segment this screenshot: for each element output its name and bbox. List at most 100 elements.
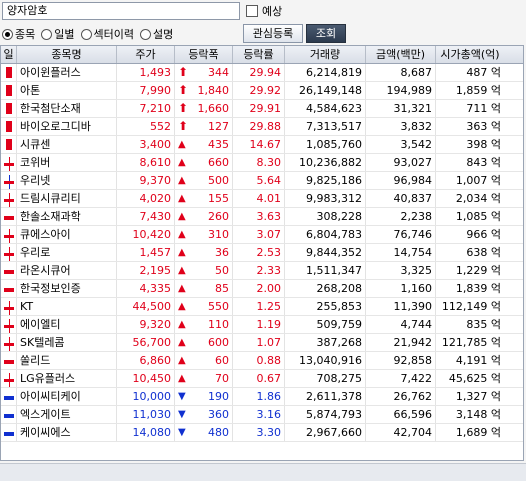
stock-name[interactable]: 시큐센 <box>17 136 117 153</box>
limit-up-arrow-icon: ⬆ <box>178 65 189 79</box>
stock-name[interactable]: 엑스게이트 <box>17 406 117 423</box>
col-header-daily[interactable]: 일 <box>1 46 17 63</box>
down-triangle-icon: ▼ <box>178 391 186 402</box>
rate-cell: 2.33 <box>233 262 285 279</box>
radio-icon[interactable] <box>41 28 53 40</box>
stock-name[interactable]: SK텔레콤 <box>17 334 117 351</box>
radio-icon[interactable] <box>80 28 92 40</box>
col-header-price[interactable]: 주가 <box>117 46 175 63</box>
radio-icon[interactable] <box>139 28 151 40</box>
stock-name[interactable]: 큐에스아이 <box>17 226 117 243</box>
col-header-mcap[interactable]: 시가총액(억) <box>436 46 504 63</box>
mcap-cell: 835 억 <box>466 318 501 331</box>
table-row[interactable]: 한국첨단소재 7,210 ⬆ 1,660 29.91 4,584,623 31,321 711… <box>1 100 523 118</box>
up-triangle-icon: ▲ <box>178 175 186 186</box>
stock-name[interactable]: 한국정보인증 <box>17 280 117 297</box>
change-value: 260 <box>208 210 229 223</box>
table-row[interactable]: SK텔레콤 56,700 ▲ 600 1.07 387,268 21,942 121,785 … <box>1 334 523 352</box>
mcap-cell: 966 억 <box>466 228 501 241</box>
stock-name[interactable]: 우리넷 <box>17 172 117 189</box>
radio-stock[interactable]: 종목 <box>2 26 35 42</box>
stock-name[interactable]: 우리로 <box>17 244 117 261</box>
col-header-name[interactable]: 종목명 <box>17 46 117 63</box>
stock-name[interactable]: KT <box>17 298 117 315</box>
stock-name[interactable]: 에이엘티 <box>17 316 117 333</box>
stock-name[interactable]: 라온시큐어 <box>17 262 117 279</box>
stock-name[interactable]: 한국첨단소재 <box>17 100 117 117</box>
table-row[interactable]: 아톤 7,990 ⬆ 1,840 29.92 26,149,148 194,989 1,859… <box>1 82 523 100</box>
stock-name[interactable]: 아톤 <box>17 82 117 99</box>
volume-cell: 509,759 <box>285 316 366 333</box>
up-triangle-icon: ▲ <box>178 265 186 276</box>
radio-daily[interactable]: 일별 <box>41 26 75 42</box>
add-favorite-button[interactable]: 관심등록 <box>243 24 303 43</box>
rate-cell: 3.63 <box>233 208 285 225</box>
table-row[interactable]: 바이오로그디바 552 ⬆ 127 29.88 7,313,517 3,832 363 억 <box>1 118 523 136</box>
volume-cell: 2,611,378 <box>285 388 366 405</box>
amount-cell: 96,984 <box>366 172 436 189</box>
stock-name[interactable]: 아이윈플러스 <box>17 64 117 81</box>
price-cell: 11,030 <box>117 406 175 423</box>
table-row[interactable]: KT 44,500 ▲ 550 1.25 255,853 11,390 112,149 억 <box>1 298 523 316</box>
stock-name[interactable]: 한솔소재과학 <box>17 208 117 225</box>
change-cell: ⬆ 127 <box>175 118 233 135</box>
checkbox-box[interactable] <box>246 5 258 17</box>
table-row[interactable]: 한솔소재과학 7,430 ▲ 260 3.63 308,228 2,238 1,085 억 <box>1 208 523 226</box>
forecast-checkbox[interactable]: 예상 <box>246 3 282 19</box>
table-row[interactable]: 케이씨에스 14,080 ▼ 480 3.30 2,967,660 42,704 1,689 … <box>1 424 523 442</box>
change-value: 1,660 <box>197 102 230 115</box>
change-cell: ▲ 660 <box>175 154 233 171</box>
table-row[interactable]: 드림시큐리티 4,020 ▲ 155 4.01 9,983,312 40,837 2,034 … <box>1 190 523 208</box>
change-value: 155 <box>208 192 229 205</box>
col-header-volume[interactable]: 거래량 <box>285 46 366 63</box>
stock-name[interactable]: 쏠리드 <box>17 352 117 369</box>
up-triangle-icon: ▲ <box>178 301 186 312</box>
col-header-rate[interactable]: 등락률 <box>233 46 285 63</box>
table-row[interactable]: 한국정보인증 4,335 ▲ 85 2.00 268,208 1,160 1,839 억 <box>1 280 523 298</box>
radio-sector-history[interactable]: 섹터이력 <box>80 26 134 42</box>
stock-name[interactable]: 드림시큐리티 <box>17 190 117 207</box>
stock-name[interactable]: 아이씨티케이 <box>17 388 117 405</box>
change-cell: ▲ 260 <box>175 208 233 225</box>
mini-candle-icon <box>1 424 17 441</box>
table-row[interactable]: 쏠리드 6,860 ▲ 60 0.88 13,040,916 92,858 4,191 억 <box>1 352 523 370</box>
change-cell: ▼ 480 <box>175 424 233 441</box>
table-row[interactable]: LG유플러스 10,450 ▲ 70 0.67 708,275 7,422 45,625 억 <box>1 370 523 388</box>
query-button[interactable]: 조회 <box>306 24 346 43</box>
mini-candle-icon <box>1 352 17 369</box>
table-row[interactable]: 에이엘티 9,320 ▲ 110 1.19 509,759 4,744 835 억 <box>1 316 523 334</box>
amount-cell: 92,858 <box>366 352 436 369</box>
price-cell: 56,700 <box>117 334 175 351</box>
radio-icon[interactable] <box>2 28 13 40</box>
rate-cell: 1.25 <box>233 298 285 315</box>
change-value: 660 <box>208 156 229 169</box>
radio-label: 종목 <box>15 28 36 41</box>
table-row[interactable]: 우리넷 9,370 ▲ 500 5.64 9,825,186 96,984 1,007 억 <box>1 172 523 190</box>
stock-name[interactable]: LG유플러스 <box>17 370 117 387</box>
table-row[interactable]: 우리로 1,457 ▲ 36 2.53 9,844,352 14,754 638 억 <box>1 244 523 262</box>
mini-candle-icon <box>1 118 17 135</box>
table-row[interactable]: 엑스게이트 11,030 ▼ 360 3.16 5,874,793 66,596 3,148 … <box>1 406 523 424</box>
forecast-label: 예상 <box>262 5 283 18</box>
view-mode-radio-group: 종목 일별 섹터이력 설명 <box>2 25 240 43</box>
change-value: 1,840 <box>197 84 230 97</box>
col-header-amount[interactable]: 금액(백만) <box>366 46 436 63</box>
mcap-cell: 1,839 억 <box>455 282 501 295</box>
table-row[interactable]: 코위버 8,610 ▲ 660 8.30 10,236,882 93,027 843 억 <box>1 154 523 172</box>
change-value: 435 <box>208 138 229 151</box>
volume-cell: 5,874,793 <box>285 406 366 423</box>
stock-name[interactable]: 바이오로그디바 <box>17 118 117 135</box>
table-row[interactable]: 시큐센 3,400 ▲ 435 14.67 1,085,760 3,542 398 억 <box>1 136 523 154</box>
col-header-change[interactable]: 등락폭 <box>175 46 233 63</box>
radio-description[interactable]: 설명 <box>139 26 173 42</box>
volume-cell: 268,208 <box>285 280 366 297</box>
table-row[interactable]: 라온시큐어 2,195 ▲ 50 2.33 1,511,347 3,325 1,229 억 <box>1 262 523 280</box>
stock-name[interactable]: 케이씨에스 <box>17 424 117 441</box>
table-row[interactable]: 아이윈플러스 1,493 ⬆ 344 29.94 6,214,819 8,687 487 억 <box>1 64 523 82</box>
up-triangle-icon: ▲ <box>178 193 186 204</box>
volume-cell: 4,584,623 <box>285 100 366 117</box>
table-row[interactable]: 큐에스아이 10,420 ▲ 310 3.07 6,804,783 76,746 966 억 <box>1 226 523 244</box>
search-input[interactable]: 양자암호 <box>2 2 240 20</box>
stock-name[interactable]: 코위버 <box>17 154 117 171</box>
table-row[interactable]: 아이씨티케이 10,000 ▼ 190 1.86 2,611,378 26,762 1,327… <box>1 388 523 406</box>
